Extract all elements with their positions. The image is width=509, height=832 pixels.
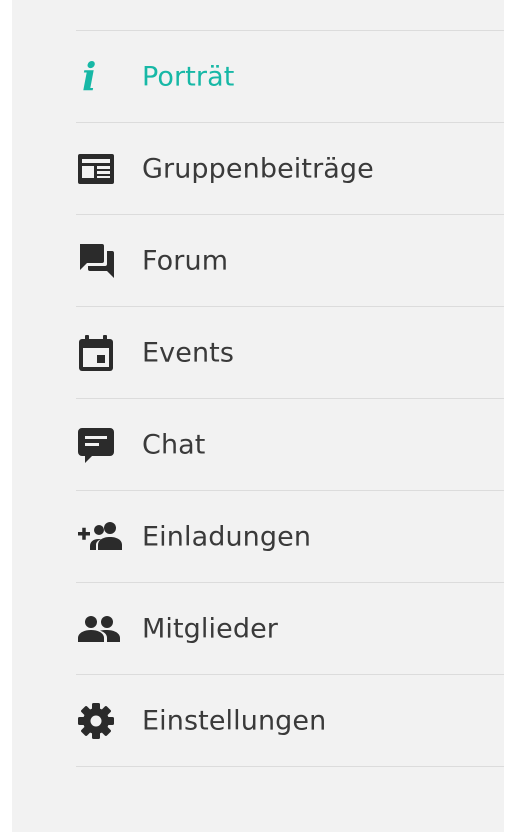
menu-item-label: Mitglieder [142,613,278,644]
menu-item-label: Forum [142,245,229,276]
menu-item-mitglieder[interactable]: Mitglieder [76,583,504,675]
group-navigation-menu: i Porträt Gruppenbeiträge Forum Events C… [76,30,504,767]
calendar-icon [76,333,124,373]
menu-item-label: Chat [142,429,206,460]
gear-icon [76,701,124,741]
chat-icon [76,425,124,465]
menu-item-chat[interactable]: Chat [76,399,504,491]
menu-item-einstellungen[interactable]: Einstellungen [76,675,504,767]
members-icon [76,609,124,649]
menu-item-events[interactable]: Events [76,307,504,399]
menu-item-forum[interactable]: Forum [76,215,504,307]
newspaper-icon [76,149,124,189]
menu-item-portraet[interactable]: i Porträt [76,31,504,123]
menu-item-gruppenbeitraege[interactable]: Gruppenbeiträge [76,123,504,215]
add-users-icon [76,517,124,557]
menu-item-einladungen[interactable]: Einladungen [76,491,504,583]
info-icon: i [82,53,97,99]
menu-item-label: Einladungen [142,521,312,552]
menu-item-label: Einstellungen [142,705,327,736]
menu-item-label: Gruppenbeiträge [142,153,374,184]
menu-item-label: Porträt [142,61,235,92]
forum-icon [76,241,124,281]
menu-item-label: Events [142,337,235,368]
